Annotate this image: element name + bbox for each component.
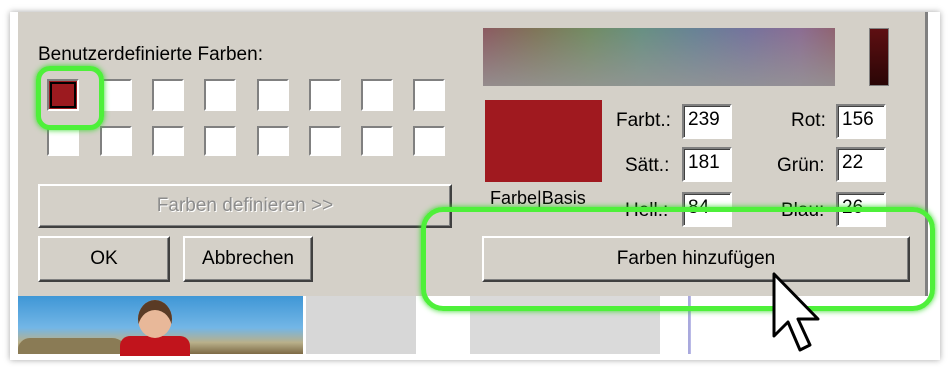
arrow-pointer-icon xyxy=(770,272,830,359)
background-panel xyxy=(306,296,416,354)
custom-color-swatch-10[interactable] xyxy=(100,126,132,156)
add-button-highlight xyxy=(421,207,935,311)
luminance-slider[interactable] xyxy=(869,28,889,86)
green-field[interactable]: 22 xyxy=(836,147,886,182)
red-label: Rot: xyxy=(791,110,826,131)
hue-field[interactable]: 239 xyxy=(682,104,732,139)
custom-colors-label: Benutzerdefinierte Farben: xyxy=(38,44,263,65)
swatch-highlight xyxy=(36,66,104,130)
hue-label: Farbt.: xyxy=(616,110,671,131)
custom-color-swatch-13[interactable] xyxy=(257,126,289,156)
saturation-field[interactable]: 181 xyxy=(682,147,732,182)
custom-color-swatch-7[interactable] xyxy=(361,79,393,111)
custom-color-swatch-16[interactable] xyxy=(413,126,445,156)
custom-color-swatch-12[interactable] xyxy=(204,126,236,156)
custom-color-swatch-14[interactable] xyxy=(309,126,341,156)
red-field[interactable]: 156 xyxy=(836,104,886,139)
ok-button[interactable]: OK xyxy=(38,236,170,282)
custom-color-swatch-3[interactable] xyxy=(152,79,184,111)
define-colors-button[interactable]: Farben definieren >> xyxy=(38,184,452,228)
color-preview xyxy=(485,100,602,182)
photo-person-body xyxy=(120,336,190,356)
photo-person-head xyxy=(138,300,172,338)
custom-color-swatch-5[interactable] xyxy=(257,79,289,111)
cancel-button[interactable]: Abbrechen xyxy=(183,236,313,282)
color-solid-label: Farbe|Basis xyxy=(490,188,586,208)
custom-color-swatch-6[interactable] xyxy=(309,79,341,111)
photo-hill xyxy=(18,338,128,354)
custom-color-swatch-2[interactable] xyxy=(100,79,132,111)
saturation-label: Sätt.: xyxy=(625,155,670,176)
custom-color-swatch-9[interactable] xyxy=(47,126,79,156)
custom-color-swatch-8[interactable] xyxy=(413,79,445,111)
custom-color-swatch-11[interactable] xyxy=(152,126,184,156)
color-spectrum-fade xyxy=(483,28,835,86)
custom-color-swatch-4[interactable] xyxy=(204,79,236,111)
green-label: Grün: xyxy=(777,155,825,176)
custom-color-swatch-15[interactable] xyxy=(361,126,393,156)
